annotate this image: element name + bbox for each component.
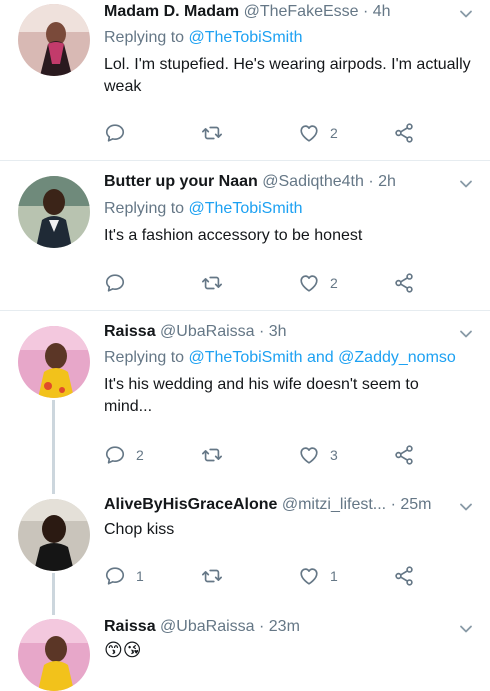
tweet[interactable]: Madam D. Madam @TheFakeEsse · 4h Replyin… (0, 0, 490, 160)
timestamp[interactable]: 2h (378, 173, 396, 190)
reply-count: 2 (136, 447, 144, 463)
author-handle[interactable]: @mitzi_lifest... (282, 496, 386, 513)
share-button[interactable] (393, 120, 415, 146)
timestamp[interactable]: 3h (269, 323, 287, 340)
timestamp[interactable]: 23m (269, 618, 300, 635)
like-count: 3 (330, 447, 338, 463)
reply-icon (104, 444, 126, 466)
retweet-icon (201, 565, 223, 587)
mention-link[interactable]: @TheTobiSmith (189, 200, 303, 217)
share-icon (393, 565, 415, 587)
replying-to-label: Replying to (104, 29, 189, 46)
replying-to: Replying to @TheTobiSmith (104, 199, 303, 219)
share-button[interactable] (393, 270, 415, 296)
separator: · (259, 323, 265, 340)
reply-button[interactable] (104, 270, 136, 296)
reply-button[interactable]: 1 (104, 563, 144, 589)
replying-to-label: Replying to (104, 349, 189, 366)
timestamp[interactable]: 4h (373, 3, 391, 20)
author-name[interactable]: Butter up your Naan (104, 173, 258, 190)
share-button[interactable] (393, 563, 415, 589)
avatar[interactable] (18, 176, 90, 248)
avatar[interactable] (18, 499, 90, 571)
chevron-down-icon[interactable] (458, 621, 474, 637)
author-name[interactable]: Raissa (104, 323, 156, 340)
chevron-down-icon[interactable] (458, 6, 474, 22)
tweet[interactable]: Butter up your Naan @Sadiqthe4th · 2h Re… (0, 170, 490, 310)
like-count: 1 (330, 568, 338, 584)
tweet-actions: 1 1 (104, 563, 434, 589)
avatar[interactable] (18, 619, 90, 691)
retweet-button[interactable] (201, 120, 233, 146)
divider (0, 310, 490, 311)
share-button[interactable] (393, 442, 415, 468)
author-handle[interactable]: @UbaRaissa (160, 323, 255, 340)
mention-link[interactable]: @TheTobiSmith (189, 29, 303, 46)
like-icon (298, 122, 320, 144)
chevron-down-icon[interactable] (458, 176, 474, 192)
separator: · (368, 173, 374, 190)
like-button[interactable]: 3 (298, 442, 338, 468)
avatar[interactable] (18, 4, 90, 76)
avatar[interactable] (18, 326, 90, 398)
tweet[interactable]: AliveByHisGraceAlone @mitzi_lifest... · … (0, 493, 490, 603)
author-handle[interactable]: @TheFakeEsse (244, 3, 359, 20)
timestamp[interactable]: 25m (400, 496, 431, 513)
like-icon (298, 444, 320, 466)
replying-to-and[interactable]: and (303, 349, 339, 366)
retweet-icon (201, 122, 223, 144)
tweet-actions: 2 3 (104, 442, 434, 468)
reply-button[interactable]: 2 (104, 442, 144, 468)
like-count: 2 (330, 275, 338, 291)
tweet-actions: 2 (104, 120, 434, 146)
author-name[interactable]: AliveByHisGraceAlone (104, 496, 277, 513)
replying-to: Replying to @TheTobiSmith and @Zaddy_nom… (104, 348, 456, 368)
chevron-down-icon[interactable] (458, 326, 474, 342)
tweet-text: Lol. I'm stupefied. He's wearing airpods… (104, 56, 471, 95)
author-handle[interactable]: @UbaRaissa (160, 618, 255, 635)
like-button[interactable]: 2 (298, 270, 338, 296)
reply-icon (104, 122, 126, 144)
share-icon (393, 122, 415, 144)
replying-to-label: Replying to (104, 200, 189, 217)
reply-count: 1 (136, 568, 144, 584)
tweet-text: Chop kiss (104, 521, 175, 538)
author-handle[interactable]: @Sadiqthe4th (262, 173, 364, 190)
mention-link[interactable]: @Zaddy_nomso (338, 349, 456, 366)
separator: · (363, 3, 369, 20)
like-icon (298, 272, 320, 294)
chevron-down-icon[interactable] (458, 499, 474, 515)
author-name[interactable]: Madam D. Madam (104, 3, 239, 20)
like-count: 2 (330, 125, 338, 141)
share-icon (393, 444, 415, 466)
like-icon (298, 565, 320, 587)
tweet-text: It's a fashion accessory to be honest (104, 227, 363, 244)
mention-link[interactable]: @TheTobiSmith (189, 349, 303, 366)
reply-icon (104, 272, 126, 294)
retweet-icon (201, 444, 223, 466)
divider (0, 160, 490, 161)
tweet-text: 😙😘 (104, 640, 142, 660)
reply-button[interactable] (104, 120, 136, 146)
separator: · (390, 496, 396, 513)
replying-to: Replying to @TheTobiSmith (104, 28, 303, 48)
share-icon (393, 272, 415, 294)
reply-icon (104, 565, 126, 587)
retweet-button[interactable] (201, 563, 233, 589)
like-button[interactable]: 1 (298, 563, 338, 589)
tweet[interactable]: Raissa @UbaRaissa · 23m 😙😘 (0, 615, 490, 691)
tweet-actions: 2 (104, 270, 434, 296)
tweet-text: It's his wedding and his wife doesn't se… (104, 376, 419, 415)
like-button[interactable]: 2 (298, 120, 338, 146)
author-name[interactable]: Raissa (104, 618, 156, 635)
retweet-icon (201, 272, 223, 294)
retweet-button[interactable] (201, 270, 233, 296)
separator: · (259, 618, 265, 635)
tweet[interactable]: Raissa @UbaRaissa · 3h Replying to @TheT… (0, 320, 490, 480)
retweet-button[interactable] (201, 442, 233, 468)
